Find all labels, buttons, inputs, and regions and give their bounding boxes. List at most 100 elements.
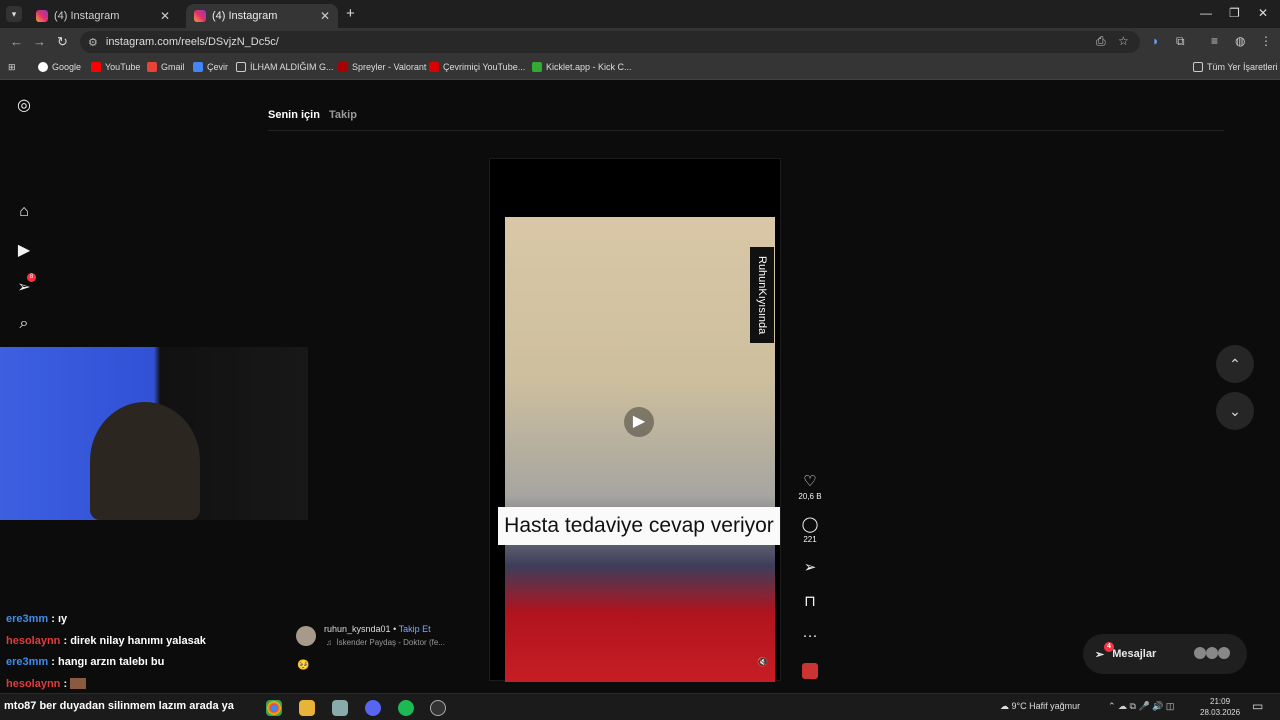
folder-icon	[236, 62, 246, 72]
more-options-button[interactable]: ···	[797, 627, 823, 644]
reel-video[interactable]: RuhunKıyısında ▶ 🔇	[505, 217, 775, 682]
messages-label: Mesajlar	[1112, 648, 1157, 660]
next-reel-button[interactable]: ⌄	[1216, 392, 1254, 430]
direct-messages-icon[interactable]: ➢ 8	[14, 273, 36, 297]
mute-icon[interactable]: 🔇	[757, 657, 768, 668]
bookmark-spreyler[interactable]: Spreyler - Valorant	[338, 62, 426, 72]
restore-icon[interactable]: ❐	[1229, 6, 1240, 20]
bookmarks-bar: ⊞ Google YouTube Gmail Çevir İLHAM ALDIĞ…	[0, 56, 1280, 80]
minimize-icon[interactable]: —	[1200, 6, 1212, 20]
close-tab-icon[interactable]: ✕	[160, 9, 170, 23]
feed-tabs: Senin için Takip	[268, 109, 363, 121]
messages-badge: 4	[1104, 642, 1114, 652]
chat-line: ere3mm : ıy	[6, 613, 68, 625]
folder-icon	[1193, 62, 1203, 72]
reels-icon[interactable]: ▶	[14, 240, 34, 260]
comment-icon: ◯	[801, 516, 819, 533]
bookmark-youtube[interactable]: YouTube	[91, 62, 140, 72]
like-button[interactable]: ♡ 20,6 B	[797, 472, 823, 501]
app-icon[interactable]	[332, 700, 348, 716]
bookmark-folder-ilham[interactable]: İLHAM ALDIĞIM G...	[236, 62, 334, 72]
menu-icon[interactable]: ⋮	[1260, 34, 1272, 48]
youtube-icon	[91, 62, 101, 72]
share-button[interactable]: ➢	[797, 558, 823, 576]
send-icon: ➢	[1095, 648, 1105, 661]
new-tab-button[interactable]: +	[346, 5, 355, 22]
play-icon[interactable]: ▶	[624, 407, 654, 437]
chrome-icon[interactable]	[266, 700, 282, 716]
author-line: ruhun_kysnda01 • Takip Et	[324, 624, 431, 634]
avatar[interactable]	[296, 626, 316, 646]
clock-date: 28.03.2026	[1200, 708, 1241, 717]
all-bookmarks[interactable]: Tüm Yer İşaretleri	[1193, 62, 1278, 72]
tab-strip: ▾ (4) Instagram ✕ (4) Instagram ✕ + — ❐ …	[0, 0, 1280, 28]
site-info-icon[interactable]: ⚙	[88, 36, 98, 49]
comment-button[interactable]: ◯ 221	[797, 515, 823, 544]
video-caption: Hasta tedaviye cevap veriyor	[498, 507, 780, 545]
bookmark-google[interactable]: Google	[38, 62, 81, 72]
stream-overlay-text: mto87 ber duyadan silinmem lazım arada y…	[4, 700, 234, 712]
chat-line: ere3mm : hangı arzın talebı bu	[6, 656, 165, 668]
clock-time: 21:09	[1210, 697, 1231, 706]
search-icon[interactable]: ⌕	[14, 315, 34, 335]
notification-badge: 8	[27, 273, 36, 282]
tab-instagram-1[interactable]: (4) Instagram ✕	[28, 4, 178, 28]
forward-icon[interactable]: →	[33, 34, 46, 49]
close-tab-icon[interactable]: ✕	[320, 9, 330, 23]
messages-button[interactable]: ➢ 4 Mesajlar	[1083, 634, 1247, 674]
bookmark-kicklet[interactable]: Kicklet.app - Kick C...	[532, 62, 632, 72]
author-username[interactable]: ruhun_kysnda01	[324, 624, 391, 634]
emoji-icon: 🥺	[297, 660, 310, 671]
extension-audio-icon[interactable]: ◗	[1152, 34, 1159, 48]
profile-icon[interactable]: ◍	[1235, 34, 1245, 48]
send-icon: ➢	[803, 559, 817, 576]
audio-line[interactable]: ♫ İskender Paydaş - Doktor (fe...	[326, 638, 445, 647]
file-explorer-icon[interactable]	[299, 700, 315, 716]
chat-line: hesolaynn : direk nilay hanımı yalasak	[6, 634, 206, 647]
media-control-icon[interactable]: ≡	[1211, 34, 1218, 48]
bookmark-gmail[interactable]: Gmail	[147, 62, 185, 72]
follow-button[interactable]: Takip Et	[399, 624, 431, 634]
install-app-icon[interactable]: ⎙	[1096, 34, 1106, 49]
address-bar[interactable]: ⚙ instagram.com/reels/DSvjzN_Dc5c/	[80, 31, 1140, 53]
reload-icon[interactable]: ↻	[57, 34, 68, 50]
tab-instagram-2[interactable]: (4) Instagram ✕	[186, 4, 338, 28]
clock[interactable]: 21:09 28.03.2026	[1200, 696, 1240, 718]
valorant-icon	[338, 62, 348, 72]
bookmark-star-icon[interactable]: ☆	[1118, 34, 1129, 48]
webcam-overlay	[0, 347, 308, 520]
watermark-label: RuhunKıyısında	[750, 247, 774, 343]
bookmark-icon: ⊓	[804, 593, 816, 610]
close-window-icon[interactable]: ✕	[1258, 6, 1268, 20]
discord-icon[interactable]	[365, 700, 381, 716]
notification-icon[interactable]: ▭	[1252, 699, 1263, 713]
stream-chat: ere3mm : ıy hesolaynn : direk nilay hanı…	[6, 613, 296, 699]
weather-widget[interactable]: ☁ 9°C Hafif yağmur	[1000, 701, 1080, 712]
tab-takip[interactable]: Takip	[329, 109, 357, 121]
emote-icon	[70, 678, 87, 690]
reel-player[interactable]: RuhunKıyısında ▶ 🔇 Hasta tedaviye cevap …	[489, 158, 781, 682]
tab-title: (4) Instagram	[54, 10, 120, 22]
apps-grid-icon[interactable]: ⊞	[8, 62, 16, 73]
bookmark-cevir[interactable]: Çevir	[193, 62, 228, 72]
bookmark-cevrimici-youtube[interactable]: Çevrimiçi YouTube...	[429, 62, 525, 72]
streamer-figure	[90, 402, 200, 520]
back-icon[interactable]: ←	[10, 34, 23, 49]
system-tray[interactable]: ⌃ ☁ ⧉ 🎤 🔊 ◫	[1108, 701, 1174, 712]
more-icon: ···	[802, 627, 818, 644]
youtube-icon	[429, 62, 439, 72]
obs-icon[interactable]	[430, 700, 446, 716]
instagram-favicon-icon	[194, 10, 206, 22]
previous-reel-button[interactable]: ⌃	[1216, 345, 1254, 383]
audio-thumbnail[interactable]	[802, 663, 818, 679]
home-icon[interactable]: ⌂	[14, 203, 34, 223]
tab-senin-icin[interactable]: Senin için	[268, 109, 320, 121]
spotify-icon[interactable]	[398, 700, 414, 716]
tab-list-button[interactable]: ▾	[6, 6, 22, 22]
extensions-icon[interactable]: ⧉	[1176, 34, 1185, 49]
like-count: 20,6 B	[798, 492, 822, 501]
save-button[interactable]: ⊓	[797, 592, 823, 610]
instagram-logo-icon[interactable]: ◎	[14, 95, 34, 115]
browser-toolbar: ← → ↻ ⚙ instagram.com/reels/DSvjzN_Dc5c/…	[0, 28, 1280, 56]
instagram-favicon-icon	[36, 10, 48, 22]
